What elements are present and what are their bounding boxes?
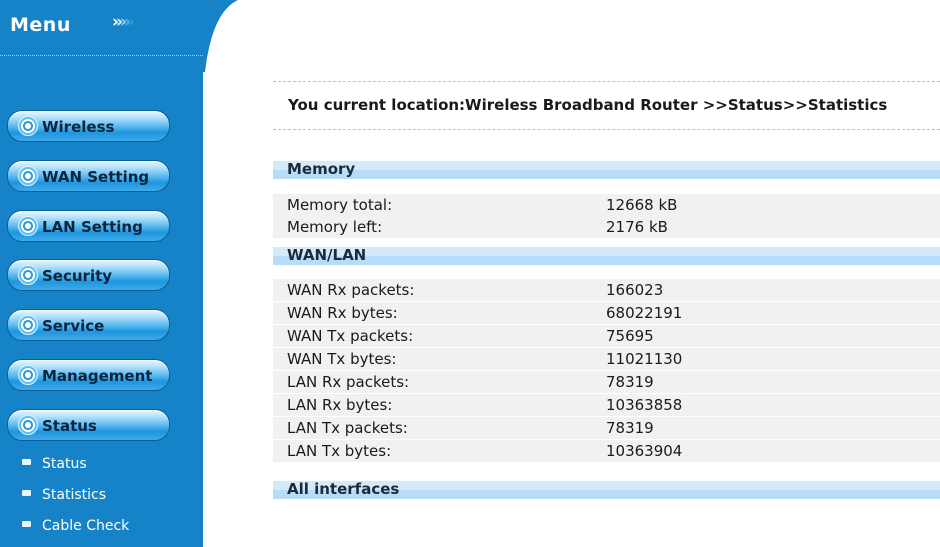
row-label: Memory total:	[287, 196, 393, 214]
menu-button-label: Wireless	[42, 118, 115, 136]
table-row: Memory total: 12668 kB	[273, 194, 940, 216]
bullet-icon	[22, 490, 31, 496]
row-label: WAN Tx packets:	[287, 327, 414, 345]
menu-button-label: LAN Setting	[42, 218, 143, 236]
ring-icon	[18, 315, 38, 335]
menu-button-lan-setting[interactable]: LAN Setting	[7, 210, 170, 242]
row-label: LAN Rx packets:	[287, 373, 410, 391]
section-header-all-interfaces: All interfaces	[273, 480, 940, 499]
row-label: WAN Rx packets:	[287, 281, 415, 299]
section-header-memory: Memory	[273, 160, 940, 179]
ring-icon	[18, 116, 38, 136]
section-header-wan-lan: WAN/LAN	[273, 246, 940, 265]
table-row: Memory left: 2176 kB	[273, 216, 940, 238]
menu-header: Menu ›››››	[0, 0, 203, 48]
section-title: WAN/LAN	[287, 246, 367, 264]
menu-button-wan-setting[interactable]: WAN Setting	[7, 160, 170, 192]
menu-button-label: Status	[42, 417, 97, 435]
row-value: 10363858	[606, 396, 683, 414]
table-row: LAN Rx packets: 78319	[273, 371, 940, 393]
row-value: 10363904	[606, 442, 683, 460]
bullet-icon	[22, 521, 31, 527]
bullet-icon	[22, 459, 31, 465]
menu-button-label: Service	[42, 317, 105, 335]
row-value: 78319	[606, 373, 654, 391]
menu-title: Menu	[10, 14, 71, 36]
row-value: 2176 kB	[606, 218, 668, 236]
row-value: 166023	[606, 281, 664, 299]
breadcrumb: You current location:Wireless Broadband …	[273, 81, 940, 130]
ring-icon	[18, 365, 38, 385]
ring-icon	[18, 216, 38, 236]
menu-button-management[interactable]: Management	[7, 359, 170, 391]
row-label: WAN Tx bytes:	[287, 350, 397, 368]
submenu-item-label: Status	[42, 456, 87, 472]
menu-divider	[0, 55, 203, 56]
row-label: LAN Tx bytes:	[287, 442, 392, 460]
menu-button-security[interactable]: Security	[7, 259, 170, 291]
submenu-item-statistics[interactable]: Statistics	[22, 487, 106, 503]
breadcrumb-text: You current location:Wireless Broadband …	[288, 96, 888, 114]
row-value: 75695	[606, 327, 654, 345]
submenu-item-label: Statistics	[42, 487, 106, 503]
row-value: 68022191	[606, 304, 683, 322]
table-row: WAN Rx packets: 166023	[273, 279, 940, 301]
row-value: 78319	[606, 419, 654, 437]
menu-button-label: Management	[42, 367, 153, 385]
submenu-item-label: Cable Check	[42, 518, 130, 534]
menu-arrows-icon: ›››››	[112, 12, 135, 32]
sidebar-menu: Menu ››››› Wireless WAN Setting LAN Sett…	[0, 0, 240, 547]
ring-icon	[18, 415, 38, 435]
table-row: LAN Rx bytes: 10363858	[273, 394, 940, 416]
table-row: WAN Rx bytes: 68022191	[273, 302, 940, 324]
menu-button-label: WAN Setting	[42, 168, 150, 186]
row-value: 11021130	[606, 350, 683, 368]
submenu-item-cable-check[interactable]: Cable Check	[22, 518, 129, 534]
table-row: LAN Tx bytes: 10363904	[273, 440, 940, 462]
menu-button-label: Security	[42, 267, 113, 285]
row-label: WAN Rx bytes:	[287, 304, 398, 322]
menu-button-status[interactable]: Status	[7, 409, 170, 441]
submenu-item-status[interactable]: Status	[22, 456, 87, 472]
section-title: Memory	[287, 160, 356, 178]
table-row: WAN Tx packets: 75695	[273, 325, 940, 347]
menu-button-wireless[interactable]: Wireless	[7, 110, 170, 142]
ring-icon	[18, 166, 38, 186]
menu-button-service[interactable]: Service	[7, 309, 170, 341]
row-value: 12668 kB	[606, 196, 678, 214]
table-row: LAN Tx packets: 78319	[273, 417, 940, 439]
section-title: All interfaces	[287, 480, 400, 498]
table-row: WAN Tx bytes: 11021130	[273, 348, 940, 370]
row-label: LAN Rx bytes:	[287, 396, 393, 414]
ring-icon	[18, 265, 38, 285]
row-label: Memory left:	[287, 218, 383, 236]
row-label: LAN Tx packets:	[287, 419, 408, 437]
